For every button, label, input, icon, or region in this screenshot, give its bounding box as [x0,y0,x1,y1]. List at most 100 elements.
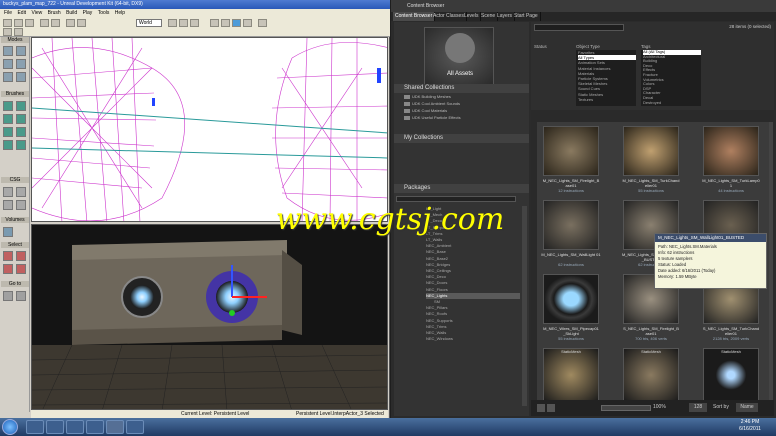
menu-edit[interactable]: Edit [17,10,26,16]
stairs-brush-icon[interactable] [16,114,26,124]
new-icon[interactable] [3,19,12,27]
move-icon[interactable] [168,19,177,27]
undo-icon[interactable] [40,19,49,27]
menu-play[interactable]: Play [83,10,93,16]
browser-taskbar-icon[interactable] [46,420,64,434]
package-tree-item[interactable]: NEC_Windows [426,336,520,342]
volumes-header: Volumes [1,217,29,223]
asset-thumbnail[interactable] [703,126,759,176]
editor-menu-bar: File Edit View Brush Build Play Tools He… [0,9,390,17]
texture-mode-icon[interactable] [16,59,26,69]
search-icon[interactable] [77,19,86,27]
build-lighting-icon[interactable] [221,19,230,27]
top-wireframe-viewport[interactable] [31,37,388,222]
geometry-mode-icon[interactable] [16,46,26,56]
open-icon[interactable] [14,19,23,27]
save-icon[interactable] [25,19,34,27]
folder-taskbar-icon[interactable] [66,420,84,434]
asset-info: 62 instructions [558,262,584,267]
asset-thumbnail[interactable] [623,126,679,176]
select-show-icon[interactable] [3,251,13,261]
packages-header[interactable]: Packages [394,184,529,193]
collection-item[interactable]: UDK Cool Ambient Sounds [404,101,460,107]
volumetric-brush-icon[interactable] [16,140,26,150]
asset-grid-scrollbar[interactable] [769,122,773,404]
perspective-viewport[interactable] [31,224,388,410]
coordinate-system-combo[interactable]: World [136,19,162,27]
cylinder-brush-icon[interactable] [3,114,13,124]
menu-help[interactable]: Help [115,10,125,16]
mesh-paint-icon[interactable] [16,72,26,82]
tag-item[interactable]: Destroyed [643,100,701,106]
my-collections-header[interactable]: My Collections [394,134,529,143]
editor-title-bar: buckys_plam_map_722 - Unreal Development… [0,0,390,9]
asset-name: M_NEC_Wires_SM_Pipecap01 _SkLight [543,326,599,336]
csg-deintersect-icon[interactable] [16,200,26,210]
paint-mode-icon[interactable] [3,72,13,82]
csg-add-icon[interactable] [3,187,13,197]
asset-thumbnail[interactable] [543,274,599,324]
menu-view[interactable]: View [31,10,42,16]
menu-tools[interactable]: Tools [98,10,110,16]
content-browser-icon[interactable] [258,19,267,27]
explorer-taskbar-icon[interactable] [26,420,44,434]
build-geometry-icon[interactable] [210,19,219,27]
list-view-icon[interactable] [547,404,555,412]
rotate-icon[interactable] [179,19,188,27]
media-taskbar-icon[interactable] [86,420,104,434]
asset-tooltip: M_NEC_Lights_SM_WallLight01_BUSTED Path:… [654,233,767,289]
sphere-brush-icon[interactable] [16,127,26,137]
sheet-brush-icon[interactable] [3,127,13,137]
menu-brush[interactable]: Brush [48,10,61,16]
wireframe-icon[interactable] [14,28,23,36]
asset-type-label: StaticMesh [561,349,581,354]
menu-file[interactable]: File [4,10,12,16]
select-hide-icon[interactable] [16,251,26,261]
cone-brush-icon[interactable] [16,101,26,111]
terrain-mode-icon[interactable] [3,59,13,69]
asset-type-label: StaticMesh [721,349,741,354]
collection-item[interactable]: UDK Cool Materials [404,108,447,114]
add-volume-icon[interactable] [3,227,13,237]
collection-item[interactable]: UDK Building Meshes [404,94,451,100]
thumbnail-size-combo[interactable]: 128 [689,403,707,412]
select-invert-icon[interactable] [3,264,13,274]
scale-icon[interactable] [190,19,199,27]
csg-header: CSG [1,177,29,183]
menu-build[interactable]: Build [66,10,77,16]
app-taskbar-icon[interactable] [126,420,144,434]
goto-builder-icon[interactable] [16,291,26,301]
csg-subtract-icon[interactable] [16,187,26,197]
all-assets-button[interactable]: All Assets [424,27,494,85]
camera-icon[interactable] [66,19,75,27]
cube-brush-icon[interactable] [3,101,13,111]
csg-intersect-icon[interactable] [3,200,13,210]
asset-thumbnail[interactable] [543,126,599,176]
asset-thumbnail[interactable] [543,348,599,402]
object-type-item[interactable]: Textures [578,97,636,102]
select-all-icon[interactable] [16,264,26,274]
redo-icon[interactable] [51,19,60,27]
asset-thumbnail[interactable] [703,348,759,402]
sort-by-combo[interactable]: Name [736,403,758,412]
editor-toolbar: World [0,17,390,37]
goto-actor-icon[interactable] [3,291,13,301]
udk-taskbar-icon[interactable] [106,420,124,434]
asset-search-input[interactable] [534,24,624,31]
viewport-option-icon[interactable] [3,28,12,36]
play-icon[interactable] [232,19,241,27]
play-console-icon[interactable] [243,19,252,27]
camera-mode-icon[interactable] [3,46,13,56]
start-button[interactable] [2,419,18,435]
view-mode-icon[interactable] [537,404,545,412]
asset-thumbnail[interactable] [623,348,679,402]
unreal-logo-icon [445,33,475,63]
shared-collections-header[interactable]: Shared Collections [394,84,529,93]
asset-name: S_NEC_Lights_SM_TurkChand elier01 [702,326,760,336]
zoom-slider[interactable] [601,405,651,411]
system-clock[interactable]: 2:46 PM 6/16/2011 [730,419,770,435]
collection-item[interactable]: UDK Useful Particle Effects [404,115,461,121]
tab-content-browser[interactable]: Content Browser [393,12,436,21]
spiral-brush-icon[interactable] [3,140,13,150]
tab-start-page[interactable]: Start Page [512,12,541,21]
